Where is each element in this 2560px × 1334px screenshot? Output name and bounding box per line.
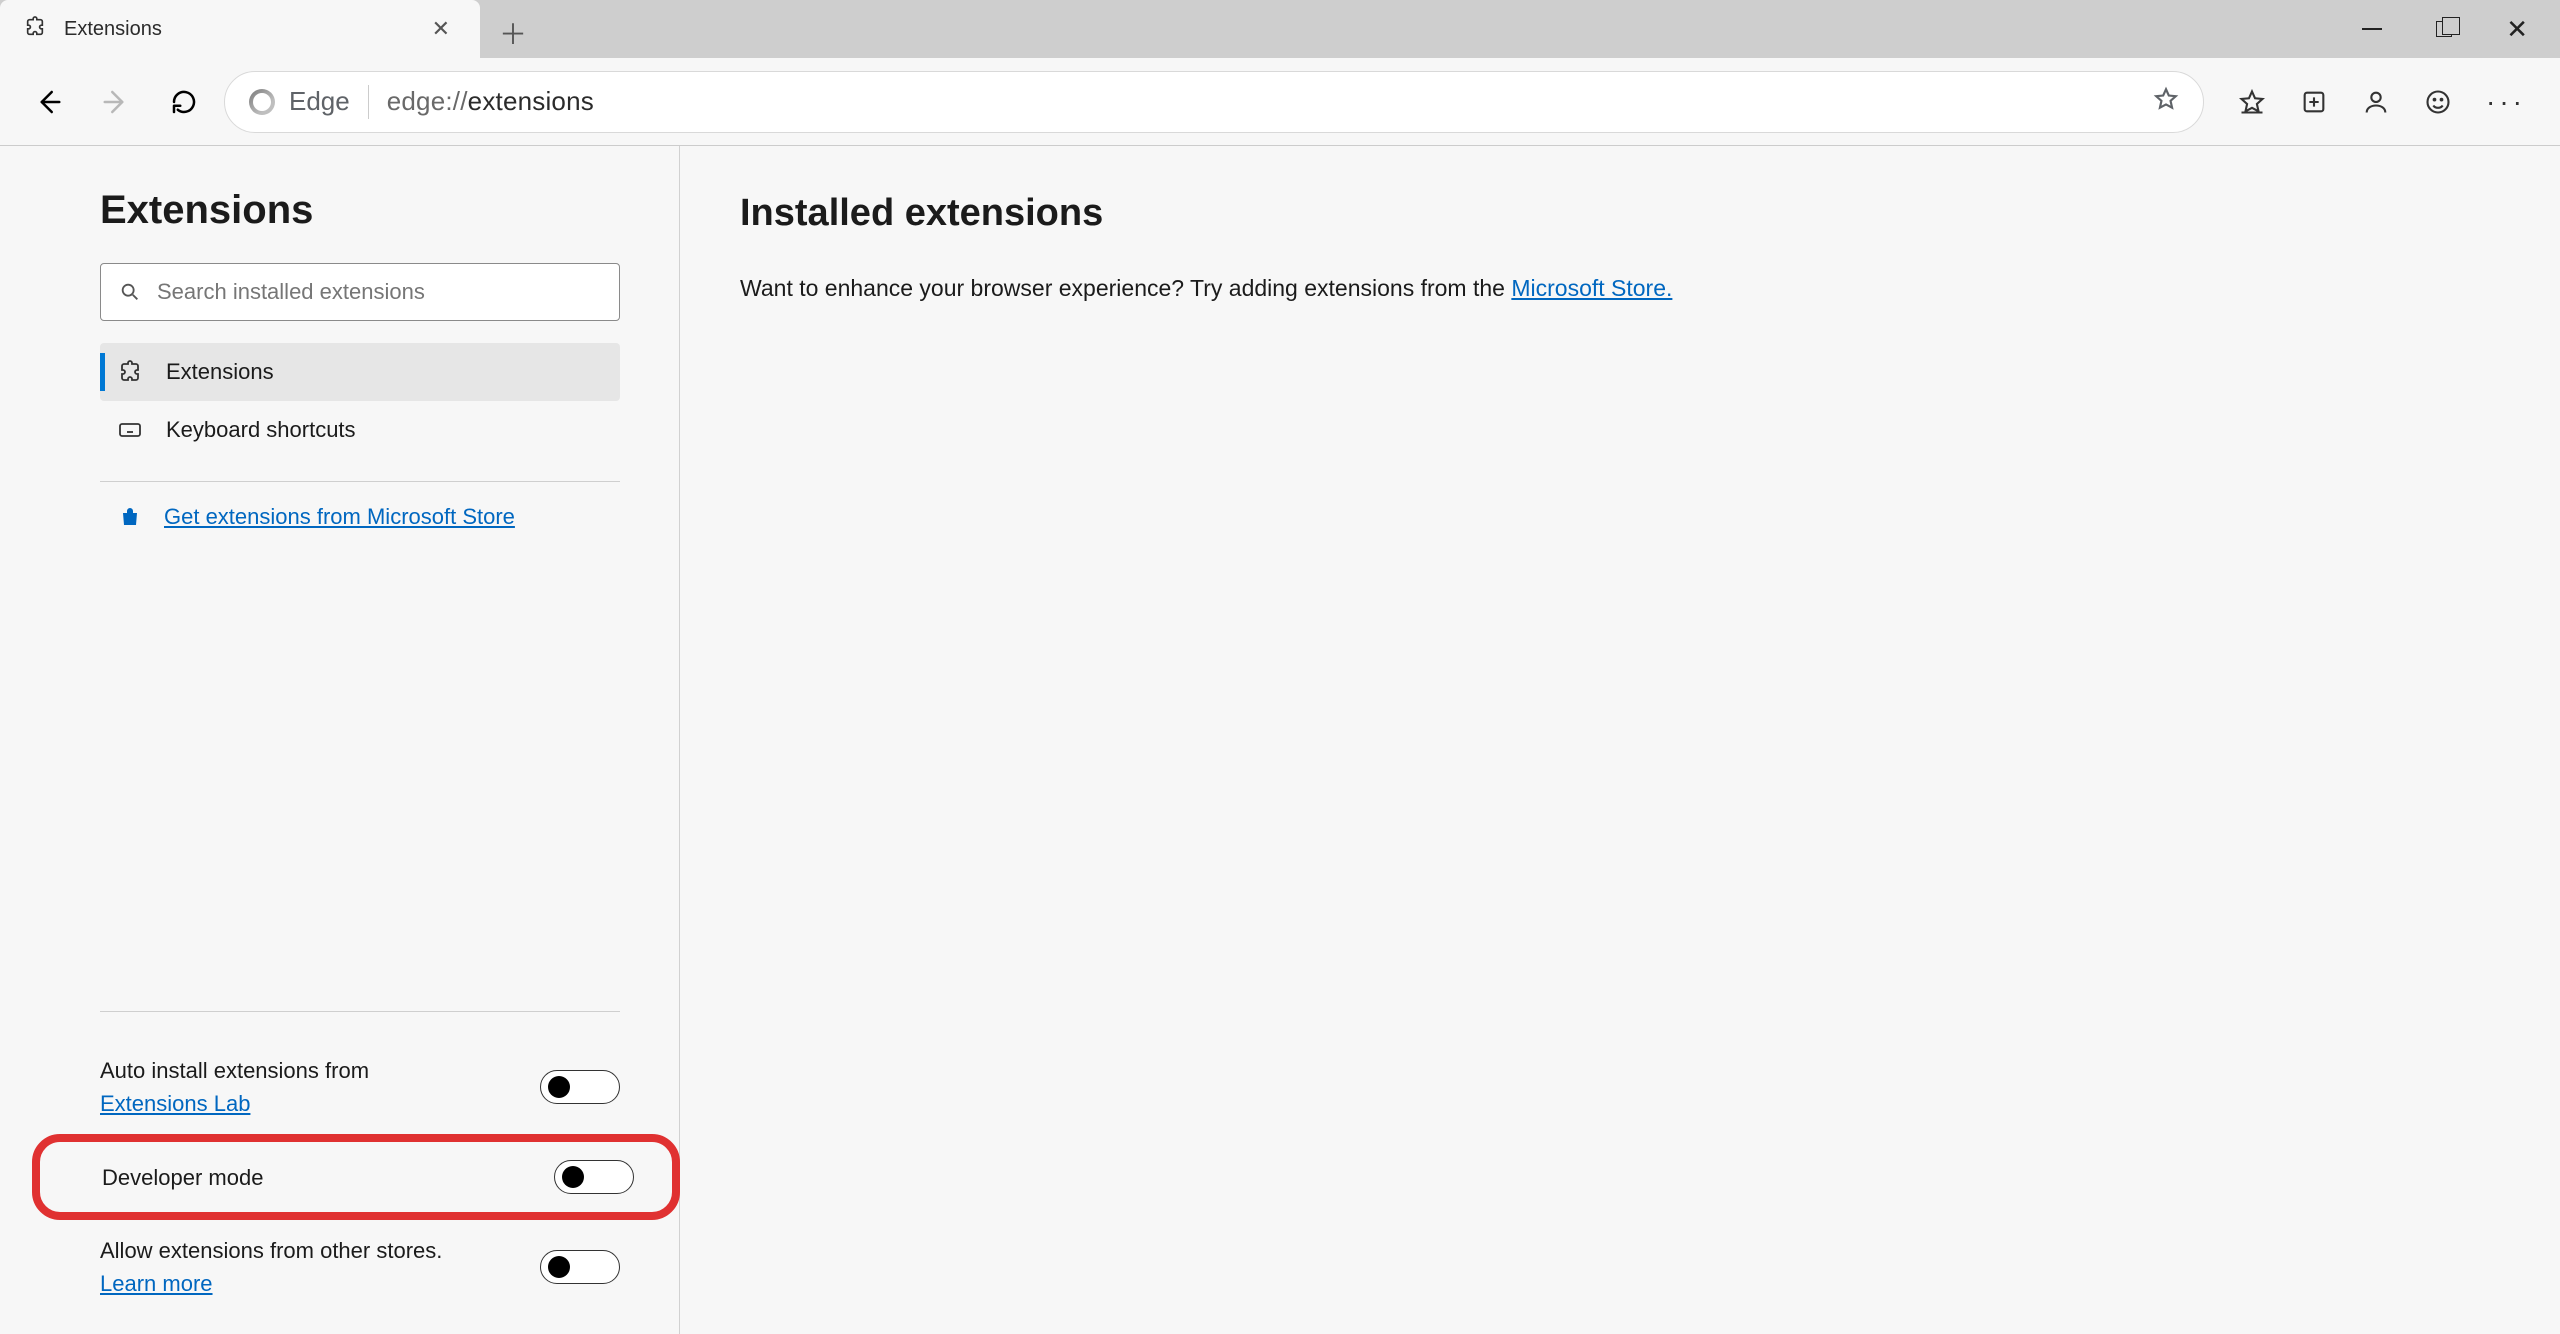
tab-title: Extensions bbox=[64, 18, 408, 41]
divider-icon bbox=[100, 481, 620, 482]
tab-close-button[interactable]: ✕ bbox=[426, 10, 456, 48]
nav-forward-button bbox=[88, 74, 144, 130]
profile-button[interactable] bbox=[2362, 88, 2390, 116]
puzzle-icon bbox=[118, 360, 142, 384]
get-extensions-store-link[interactable]: Get extensions from Microsoft Store bbox=[100, 504, 631, 530]
toggle-row-auto-install: Auto install extensions from Extensions … bbox=[100, 1040, 620, 1134]
window-controls: ✕ bbox=[2362, 0, 2548, 58]
toggle-developer-mode[interactable] bbox=[554, 1160, 634, 1194]
learn-more-link[interactable]: Learn more bbox=[100, 1271, 213, 1296]
search-icon bbox=[119, 281, 141, 303]
site-identity-edge: Edge bbox=[249, 86, 350, 117]
search-extensions-field[interactable] bbox=[100, 263, 620, 321]
toggle-label: Developer mode bbox=[102, 1161, 263, 1194]
sidebar-item-extensions[interactable]: Extensions bbox=[100, 343, 620, 401]
window-minimize-button[interactable] bbox=[2362, 28, 2382, 30]
annotation-highlight: Developer mode bbox=[32, 1134, 680, 1220]
favorite-star-button[interactable] bbox=[2153, 86, 2179, 117]
extensions-sidebar: Extensions Extensions Keyboard shortcuts… bbox=[0, 146, 680, 1334]
puzzle-icon bbox=[24, 16, 46, 43]
keyboard-icon bbox=[118, 418, 142, 442]
browser-toolbar: Edge edge://extensions ··· bbox=[0, 58, 2560, 146]
page-content: Extensions Extensions Keyboard shortcuts… bbox=[0, 146, 2560, 1334]
favorites-button[interactable] bbox=[2238, 88, 2266, 116]
main-heading: Installed extensions bbox=[740, 192, 2500, 235]
sidebar-bottom-toggles: Auto install extensions from Extensions … bbox=[100, 989, 620, 1314]
toggle-auto-install[interactable] bbox=[540, 1070, 620, 1104]
toggle-label: Auto install extensions from Extensions … bbox=[100, 1054, 460, 1120]
sidebar-item-label: Keyboard shortcuts bbox=[166, 417, 356, 443]
store-bag-icon bbox=[118, 505, 142, 529]
tab-strip: Extensions ✕ ＋ bbox=[0, 0, 2362, 58]
search-input[interactable] bbox=[157, 279, 601, 305]
window-maximize-button[interactable] bbox=[2436, 21, 2452, 37]
site-identity-label: Edge bbox=[289, 86, 350, 117]
toggle-allow-other-stores[interactable] bbox=[540, 1250, 620, 1284]
window-titlebar: Extensions ✕ ＋ ✕ bbox=[0, 0, 2560, 58]
collections-button[interactable] bbox=[2300, 88, 2328, 116]
nav-back-button[interactable] bbox=[20, 74, 76, 130]
store-link-text[interactable]: Get extensions from Microsoft Store bbox=[164, 504, 515, 530]
sidebar-nav: Extensions Keyboard shortcuts bbox=[100, 343, 620, 459]
sidebar-item-label: Extensions bbox=[166, 359, 274, 385]
toggle-row-developer-mode: Developer mode bbox=[102, 1146, 634, 1208]
new-tab-button[interactable]: ＋ bbox=[488, 8, 538, 58]
divider-icon bbox=[368, 85, 369, 119]
microsoft-store-link[interactable]: Microsoft Store. bbox=[1511, 275, 1672, 301]
sidebar-title: Extensions bbox=[100, 188, 631, 233]
feedback-smiley-button[interactable] bbox=[2424, 88, 2452, 116]
toggle-label: Allow extensions from other stores. Lear… bbox=[100, 1234, 460, 1300]
divider-icon bbox=[100, 1011, 620, 1012]
url-text: edge://extensions bbox=[387, 86, 594, 117]
extensions-lab-link[interactable]: Extensions Lab bbox=[100, 1091, 250, 1116]
browser-tab-extensions[interactable]: Extensions ✕ bbox=[0, 0, 480, 58]
more-menu-button[interactable]: ··· bbox=[2486, 86, 2526, 118]
window-close-button[interactable]: ✕ bbox=[2506, 14, 2528, 45]
main-prompt: Want to enhance your browser experience?… bbox=[740, 275, 2500, 302]
main-panel: Installed extensions Want to enhance you… bbox=[680, 146, 2560, 1334]
edge-logo-icon bbox=[249, 89, 275, 115]
nav-refresh-button[interactable] bbox=[156, 74, 212, 130]
address-bar[interactable]: Edge edge://extensions bbox=[224, 71, 2204, 133]
toggle-row-allow-other-stores: Allow extensions from other stores. Lear… bbox=[100, 1220, 620, 1314]
toolbar-actions: ··· bbox=[2238, 86, 2526, 118]
sidebar-item-keyboard-shortcuts[interactable]: Keyboard shortcuts bbox=[100, 401, 620, 459]
